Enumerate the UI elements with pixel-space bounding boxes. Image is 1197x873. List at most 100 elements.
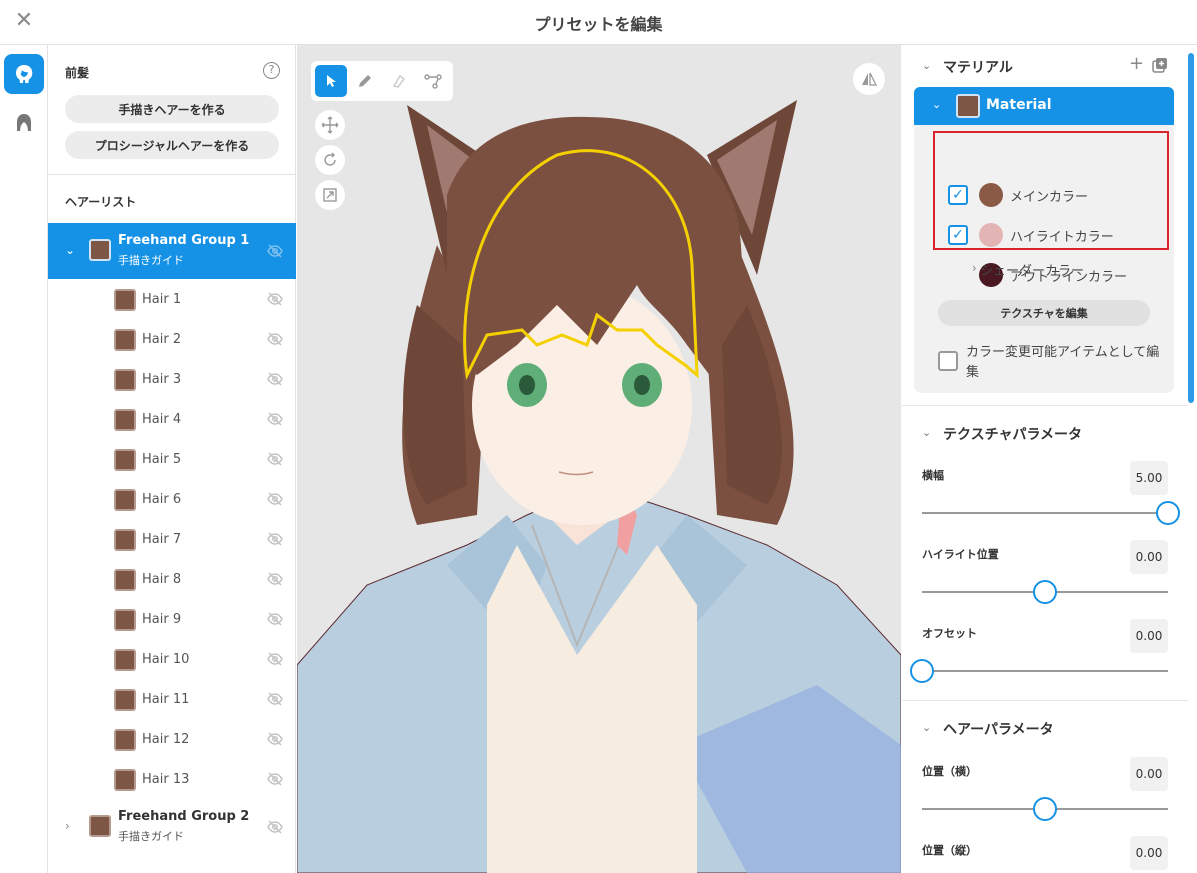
select-tool[interactable]	[315, 65, 347, 97]
chevron-down-icon[interactable]: ⌄	[922, 721, 931, 734]
hair-name: Hair 7	[142, 532, 182, 547]
texture-params-title: テクスチャパラメータ	[943, 427, 1083, 443]
scale-button[interactable]	[315, 180, 345, 210]
slider-track	[922, 512, 1168, 514]
hair-list-item[interactable]: Hair 8	[48, 559, 296, 599]
avatar-preview	[297, 100, 901, 873]
hair-list-item[interactable]: Hair 11	[48, 679, 296, 719]
hair-list-item[interactable]: Hair 3	[48, 359, 296, 399]
hair-list-item[interactable]: Hair 13	[48, 759, 296, 799]
hair-name: Hair 9	[142, 612, 182, 627]
slider-thumb[interactable]	[1156, 501, 1180, 525]
hair-name: Hair 2	[142, 332, 182, 347]
eraser-tool[interactable]	[383, 65, 415, 97]
visibility-off-icon[interactable]	[267, 292, 283, 306]
param-value-field[interactable]: 0.00	[1130, 540, 1168, 574]
visibility-off-icon[interactable]	[267, 372, 283, 386]
hair-list-item[interactable]: Hair 2	[48, 319, 296, 359]
mirror-button[interactable]	[853, 63, 885, 95]
path-icon	[424, 74, 442, 89]
hair-color-swatch	[114, 489, 136, 511]
color-row: ✓ メインカラー	[914, 179, 1174, 209]
param-value-field[interactable]: 0.00	[1130, 619, 1168, 653]
color-swatch[interactable]	[979, 223, 1003, 247]
hair-list-item[interactable]: Hair 9	[48, 599, 296, 639]
material-header[interactable]: ⌄ Material	[914, 87, 1174, 125]
category-rail	[0, 45, 48, 873]
divider	[48, 174, 296, 175]
param-value-field[interactable]: 5.00	[1130, 461, 1168, 495]
param-value-field[interactable]: 0.00	[1130, 836, 1168, 870]
pen-tool[interactable]	[349, 65, 381, 97]
help-icon[interactable]: ?	[263, 62, 280, 79]
visibility-off-icon[interactable]	[267, 532, 283, 546]
visibility-off-icon[interactable]	[267, 572, 283, 586]
color-label: ハイライトカラー	[1010, 230, 1114, 245]
hair-group-row[interactable]: ⌄ Freehand Group 1 手描きガイド	[48, 223, 296, 279]
param-value-field[interactable]: 0.00	[1130, 757, 1168, 791]
3d-viewport[interactable]	[297, 45, 901, 873]
param-label: 位置（横）	[922, 765, 977, 778]
chevron-right-icon[interactable]: ›	[972, 261, 977, 275]
visibility-off-icon[interactable]	[267, 692, 283, 706]
hair-color-swatch	[114, 649, 136, 671]
hair-name: Hair 6	[142, 492, 182, 507]
chevron-down-icon[interactable]: ⌄	[922, 59, 931, 72]
hair-color-swatch	[114, 609, 136, 631]
hair-back-tab[interactable]	[4, 103, 44, 143]
param-slider[interactable]	[910, 658, 1168, 684]
path-tool[interactable]	[417, 65, 449, 97]
visibility-off-icon[interactable]	[267, 772, 283, 786]
rotate-icon	[324, 152, 336, 166]
visibility-off-icon[interactable]	[267, 612, 283, 626]
slider-thumb[interactable]	[1033, 797, 1057, 821]
hair-group-row[interactable]: › Freehand Group 2 手描きガイド	[48, 799, 296, 855]
hair-params-title: ヘアーパラメータ	[943, 722, 1054, 738]
hair-front-tab[interactable]	[4, 54, 44, 94]
chevron-down-icon[interactable]: ⌄	[932, 98, 941, 111]
visibility-off-icon[interactable]	[267, 244, 283, 258]
recolor-checkbox[interactable]	[938, 351, 958, 371]
chevron-down-icon[interactable]: ⌄	[922, 426, 931, 439]
hair-name: Hair 8	[142, 572, 182, 587]
hair-list-item[interactable]: Hair 7	[48, 519, 296, 559]
visibility-off-icon[interactable]	[267, 732, 283, 746]
move-button[interactable]	[315, 110, 345, 140]
shader-color-label[interactable]: シェーダーカラー	[980, 260, 1084, 279]
slider-thumb[interactable]	[1033, 580, 1057, 604]
create-freehand-hair-button[interactable]: 手描きヘアーを作る	[65, 95, 279, 123]
color-enabled-checkbox[interactable]: ✓	[948, 225, 968, 245]
color-label: メインカラー	[1010, 190, 1089, 205]
param-slider[interactable]	[922, 579, 1168, 605]
hair-list-item[interactable]: Hair 1	[48, 279, 296, 319]
hair-list-item[interactable]: Hair 6	[48, 479, 296, 519]
param-slider[interactable]	[922, 500, 1180, 526]
visibility-off-icon[interactable]	[267, 820, 283, 834]
visibility-off-icon[interactable]	[267, 492, 283, 506]
group-name: Freehand Group 1	[118, 233, 250, 248]
edit-texture-button[interactable]: テクスチャを編集	[938, 300, 1150, 326]
rotate-button[interactable]	[315, 145, 345, 175]
duplicate-icon[interactable]	[1152, 57, 1168, 73]
visibility-off-icon[interactable]	[267, 412, 283, 426]
hair-name: Hair 13	[142, 772, 190, 787]
visibility-off-icon[interactable]	[267, 452, 283, 466]
hair-list-item[interactable]: Hair 10	[48, 639, 296, 679]
color-swatch[interactable]	[979, 183, 1003, 207]
color-enabled-checkbox[interactable]: ✓	[948, 185, 968, 205]
chevron-down-icon[interactable]: ⌄	[65, 243, 75, 257]
hair-list-item[interactable]: Hair 4	[48, 399, 296, 439]
create-procedural-hair-button[interactable]: プロシージャルヘアーを作る	[65, 131, 279, 159]
properties-panel: ⌄ マテリアル + ⌄ Material ✓ メインカラー ✓ ハイライトカラー アウト…	[902, 45, 1197, 873]
hair-list-item[interactable]: Hair 5	[48, 439, 296, 479]
slider-track	[922, 670, 1168, 672]
chevron-right-icon[interactable]: ›	[65, 819, 70, 833]
slider-thumb[interactable]	[910, 659, 934, 683]
visibility-off-icon[interactable]	[267, 652, 283, 666]
add-material-icon[interactable]: +	[1129, 55, 1144, 73]
material-swatch	[956, 94, 980, 118]
hair-list-item[interactable]: Hair 12	[48, 719, 296, 759]
param-slider[interactable]	[922, 796, 1168, 822]
scrollbar[interactable]	[1188, 53, 1194, 403]
visibility-off-icon[interactable]	[267, 332, 283, 346]
